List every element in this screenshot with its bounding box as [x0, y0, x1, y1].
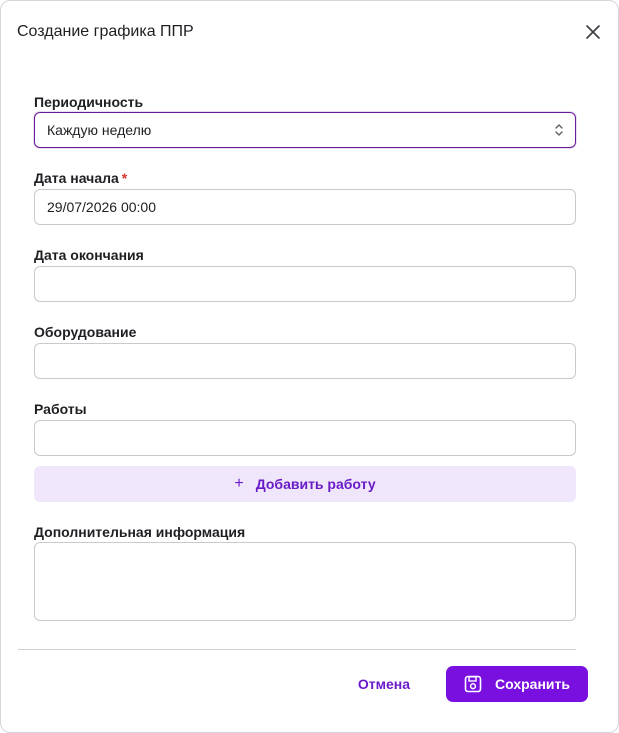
- equipment-input[interactable]: [34, 343, 576, 379]
- plus-icon: +: [234, 475, 244, 492]
- equipment-label: Оборудование: [34, 324, 137, 340]
- chevron-up-down-icon: [555, 124, 563, 136]
- periodicity-select[interactable]: Каждую неделю: [34, 112, 576, 148]
- required-mark: *: [121, 170, 128, 186]
- end-date-label: Дата окончания: [34, 247, 144, 263]
- cancel-button[interactable]: Отмена: [343, 667, 425, 701]
- save-button[interactable]: Сохранить: [446, 666, 588, 702]
- start-date-label: Дата начала *: [34, 169, 127, 187]
- additional-info-label: Дополнительная информация: [34, 524, 246, 540]
- close-icon: [586, 25, 600, 39]
- dialog-header: Создание графика ППР: [1, 1, 618, 63]
- dialog-title: Создание графика ППР: [17, 23, 194, 40]
- works-input[interactable]: [34, 420, 576, 456]
- start-date-label-text: Дата начала: [34, 170, 119, 186]
- add-work-label: Добавить работу: [255, 476, 376, 492]
- footer-divider: [18, 649, 576, 650]
- add-work-button[interactable]: + Добавить работу: [34, 466, 576, 502]
- start-date-input[interactable]: 29/07/2026 00:00: [34, 189, 576, 225]
- works-label: Работы: [34, 401, 87, 417]
- periodicity-label: Периодичность: [34, 94, 144, 110]
- create-ppr-schedule-dialog: Создание графика ППР Периодичность Кажду…: [0, 0, 619, 733]
- additional-info-textarea[interactable]: [34, 542, 576, 621]
- end-date-input[interactable]: [34, 266, 576, 302]
- periodicity-value: Каждую неделю: [47, 122, 152, 138]
- cancel-label: Отмена: [357, 676, 411, 692]
- save-icon: [464, 675, 482, 693]
- save-label: Сохранить: [495, 676, 570, 692]
- close-button[interactable]: [584, 23, 602, 41]
- start-date-value: 29/07/2026 00:00: [47, 199, 156, 215]
